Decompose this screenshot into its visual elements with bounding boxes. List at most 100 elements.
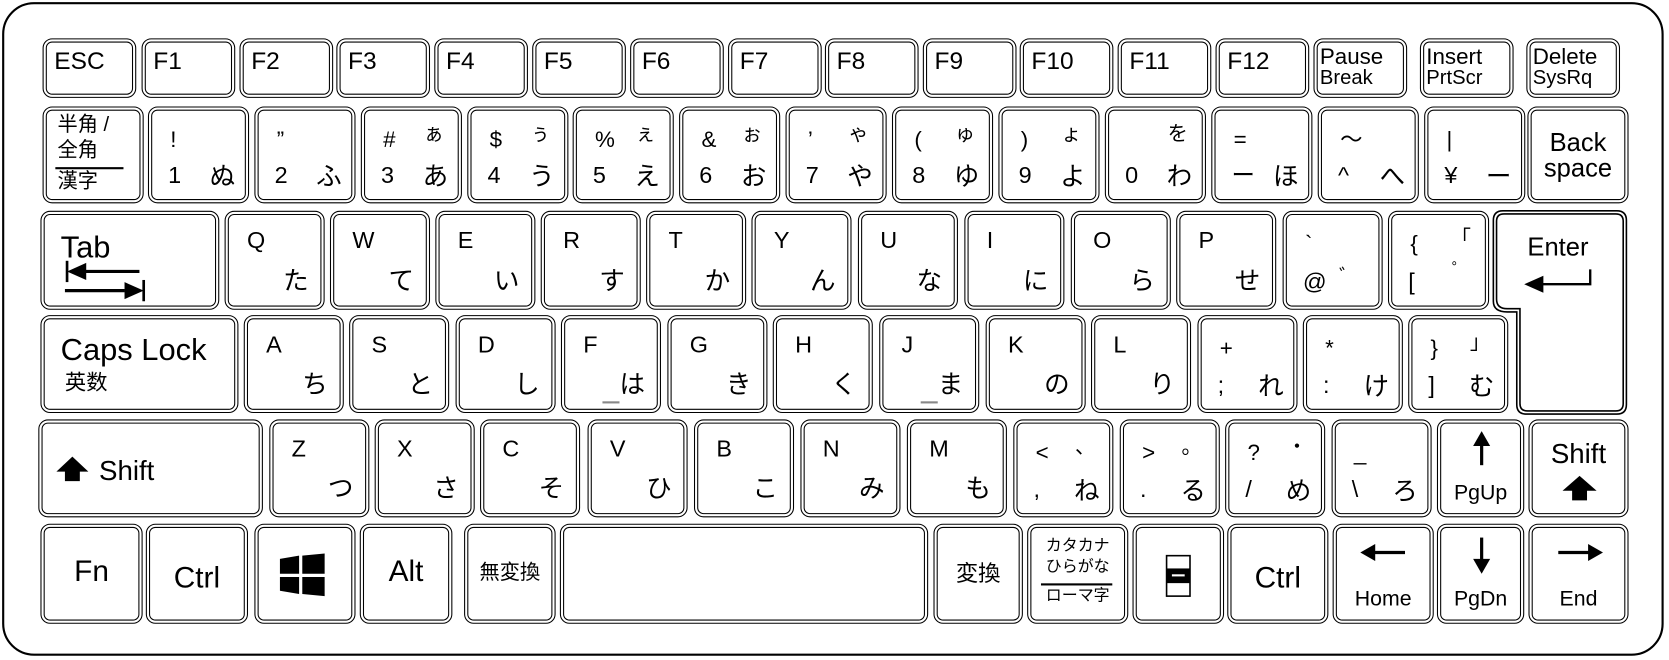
key-j[interactable]: Jま (879, 315, 980, 414)
key-bracket-open[interactable]: {「 [゜ (1387, 210, 1490, 310)
key-end[interactable]: End (1528, 523, 1629, 624)
key-slash[interactable]: ? ・ / め (1225, 419, 1326, 518)
key-v[interactable]: Vひ (587, 419, 688, 518)
key-f2[interactable]: F2 (239, 38, 334, 98)
key-at[interactable]: ` @ ゛ (1282, 210, 1383, 310)
key-henkan[interactable]: 変換 (933, 523, 1023, 624)
key-period[interactable]: > 。. る (1119, 419, 1220, 518)
key-m[interactable]: Mも (906, 419, 1007, 518)
key-^[interactable]: ～ ^ へ (1317, 106, 1419, 204)
arrow-right-icon (1558, 543, 1603, 561)
key-y[interactable]: Yん (751, 210, 852, 310)
key-9[interactable]: ) ょ 9 よ (998, 106, 1100, 204)
key-shift-left[interactable]: Shift (38, 419, 263, 518)
key-e[interactable]: Eい (435, 210, 536, 310)
key-alt[interactable]: Alt (359, 523, 453, 624)
key-8[interactable]: (ゅ 8 ゆ (891, 106, 994, 204)
key-f7[interactable]: F7 (728, 38, 822, 98)
key-pause[interactable]: Pause Break (1313, 38, 1408, 98)
key-q[interactable]: Qた (224, 210, 325, 310)
key-backspace[interactable]: Back space (1527, 106, 1629, 204)
key-windows[interactable] (254, 523, 356, 624)
key-f4[interactable]: F4 (434, 38, 528, 98)
key-6[interactable]: & ぉ 6 お (679, 106, 781, 204)
shift-char: | (1446, 127, 1453, 153)
key-g[interactable]: Gき (667, 315, 768, 414)
key-o[interactable]: Oら (1070, 210, 1171, 310)
key-caps-lock[interactable]: Caps Lock 英数 (40, 315, 239, 414)
key-tab[interactable]: Tab (40, 210, 220, 310)
key-¥[interactable]: | ¥ ー (1424, 106, 1526, 204)
key-hankaku-zenkaku[interactable]: 半角 / 全角 漢字 (42, 106, 144, 204)
key-k[interactable]: Kの (985, 315, 1086, 414)
key-backslash[interactable]: _ \ ろ (1331, 419, 1432, 518)
key-insert[interactable]: Insert PrtScr (1419, 38, 1514, 98)
letter-label: G (689, 331, 708, 358)
key-x[interactable]: Xさ (374, 419, 475, 518)
key-h[interactable]: Hく (772, 315, 873, 414)
key-2[interactable]: ” 2 ふ (254, 106, 356, 204)
key-4[interactable]: $ ぅ 4 う (467, 106, 569, 204)
key-muhenkan[interactable]: 無変換 (464, 523, 556, 624)
key-f8[interactable]: F8 (824, 38, 919, 98)
key-f3[interactable]: F3 (336, 38, 431, 98)
key-z[interactable]: Zつ (269, 419, 370, 518)
key-space[interactable] (559, 523, 929, 624)
shift-char: ` (1304, 232, 1313, 257)
key-1[interactable]: ! 1 ぬ (147, 106, 250, 204)
key-label: F11 (1129, 46, 1170, 75)
key-f1[interactable]: F1 (141, 38, 236, 98)
key-label: F8 (836, 46, 866, 75)
key-f5[interactable]: F5 (532, 38, 626, 98)
key-fn[interactable]: Fn (40, 523, 143, 624)
key-katakana-hiragana[interactable]: カタカナ ひらがな ローマ字 (1027, 523, 1129, 624)
key-label: Fn (74, 554, 109, 588)
key-f9[interactable]: F9 (922, 38, 1017, 98)
key-esc[interactable]: ESC (42, 38, 137, 98)
kana-char: か (704, 266, 731, 296)
key-bracket-close[interactable]: } 」] む (1408, 315, 1509, 414)
key-semicolon[interactable]: +; れ (1197, 315, 1298, 414)
key-b[interactable]: Bこ (693, 419, 795, 518)
arrow-up-icon (1473, 431, 1491, 466)
home-row-bump (920, 401, 938, 404)
key-w[interactable]: Wて (329, 210, 431, 310)
key-f12[interactable]: F12 (1215, 38, 1310, 98)
base-char: [ (1408, 268, 1415, 295)
key-pgup[interactable]: PgUp (1436, 419, 1525, 518)
key-s[interactable]: Sと (349, 315, 450, 414)
letter-label: S (371, 331, 388, 358)
kana-char: そ (538, 473, 565, 504)
key-3[interactable]: # ぁ 3 あ (360, 106, 462, 204)
key-l[interactable]: Lり (1091, 315, 1192, 414)
key-ー[interactable]: = ーほ (1211, 106, 1313, 204)
key-7[interactable]: ’ ゃ 7 や (785, 106, 887, 204)
key-0[interactable]: を 0わ (1104, 106, 1206, 204)
key-p[interactable]: Pせ (1176, 210, 1277, 310)
key-f11[interactable]: F11 (1117, 38, 1212, 98)
key-f10[interactable]: F10 (1019, 38, 1114, 98)
kana-shift-char: 「 (1450, 226, 1472, 251)
key-a[interactable]: Aち (243, 315, 344, 414)
kana-char: へ (1379, 161, 1406, 192)
key-ctrl-right[interactable]: Ctrl (1227, 523, 1329, 624)
key-comma[interactable]: < 、, ね (1013, 419, 1114, 518)
key-c[interactable]: Cそ (480, 419, 581, 518)
key-n[interactable]: Nみ (800, 419, 901, 518)
key-5[interactable]: % ぇ 5 え (572, 106, 674, 204)
key-delete[interactable]: Delete SysRq (1526, 38, 1621, 98)
key-r[interactable]: Rす (540, 210, 641, 310)
key-ctrl-left[interactable]: Ctrl (145, 523, 249, 624)
key-colon[interactable]: *: け (1302, 315, 1403, 414)
key-home[interactable]: Home (1332, 523, 1434, 624)
key-t[interactable]: Tか (646, 210, 747, 310)
key-pgdn[interactable]: PgDn (1436, 523, 1525, 624)
key-f[interactable]: Fは (560, 315, 661, 414)
key-i[interactable]: Iに (964, 210, 1065, 310)
key-d[interactable]: Dし (455, 315, 556, 414)
kana-char: い (493, 266, 520, 296)
key-u[interactable]: Uな (857, 210, 958, 310)
key-shift-right[interactable]: Shift (1528, 419, 1629, 518)
key-application[interactable] (1132, 523, 1225, 624)
key-f6[interactable]: F6 (630, 38, 724, 98)
